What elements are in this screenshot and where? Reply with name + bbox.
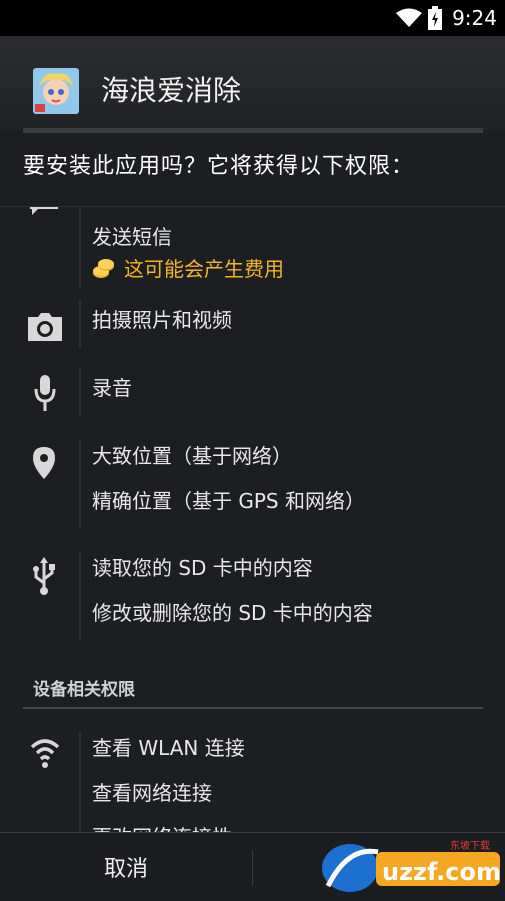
permission-sms: 发送短信 [92, 225, 172, 249]
storage-divider [79, 551, 81, 641]
sms-icon [30, 207, 58, 215]
battery-charging-icon [428, 6, 443, 30]
permission-location-coarse: 大致位置（基于网络） [92, 444, 292, 468]
camera-icon [28, 313, 62, 341]
microphone-icon [34, 375, 56, 411]
audio-divider [79, 369, 81, 415]
permission-network: 查看网络连接 [92, 781, 212, 805]
watermark-tag: 东坡下载 [450, 839, 490, 852]
device-divider [79, 731, 81, 832]
location-pin-icon [33, 447, 55, 479]
status-time: 9:24 [452, 6, 497, 30]
status-bar: 9:24 [0, 0, 505, 36]
usb-icon [33, 557, 55, 595]
install-question: 要安装此应用吗？它将获得以下权限： [23, 154, 415, 179]
permission-network-change: 更改网络连接性 [92, 824, 232, 832]
permission-audio: 录音 [92, 376, 132, 400]
app-header: 海浪爱消除 [0, 36, 505, 130]
wifi-icon [396, 8, 423, 27]
permission-list[interactable]: 发送短信 这可能会产生费用 拍摄照片和视频 录音 大致位置（基于网络） 精确位置… [0, 207, 505, 832]
permission-wlan: 查看 WLAN 连接 [92, 736, 245, 760]
header-divider [23, 128, 483, 133]
permission-storage-modify: 修改或删除您的 SD 卡中的内容 [92, 601, 373, 625]
app-title: 海浪爱消除 [101, 74, 242, 107]
status-icons: 9:24 [396, 6, 497, 30]
cancel-button[interactable]: 取消 [0, 833, 252, 901]
camera-divider [79, 299, 81, 347]
sms-divider [79, 207, 81, 287]
permission-camera: 拍摄照片和视频 [92, 308, 232, 332]
cost-warning: 这可能会产生费用 [92, 256, 284, 282]
device-section-title: 设备相关权限 [33, 680, 135, 700]
location-divider [79, 439, 81, 529]
permission-storage-read: 读取您的 SD 卡中的内容 [92, 556, 313, 580]
wifi-icon [30, 739, 60, 768]
cost-warning-text: 这可能会产生费用 [124, 257, 284, 281]
uzzf-watermark-logo: uzzf.com 东坡下载 [322, 839, 501, 892]
coins-icon [93, 259, 114, 278]
button-separator [252, 851, 253, 885]
device-section-divider [23, 707, 483, 709]
permission-location-fine: 精确位置（基于 GPS 和网络） [92, 489, 365, 513]
app-icon [33, 68, 79, 114]
watermark-brand: uzzf.com [382, 858, 501, 886]
